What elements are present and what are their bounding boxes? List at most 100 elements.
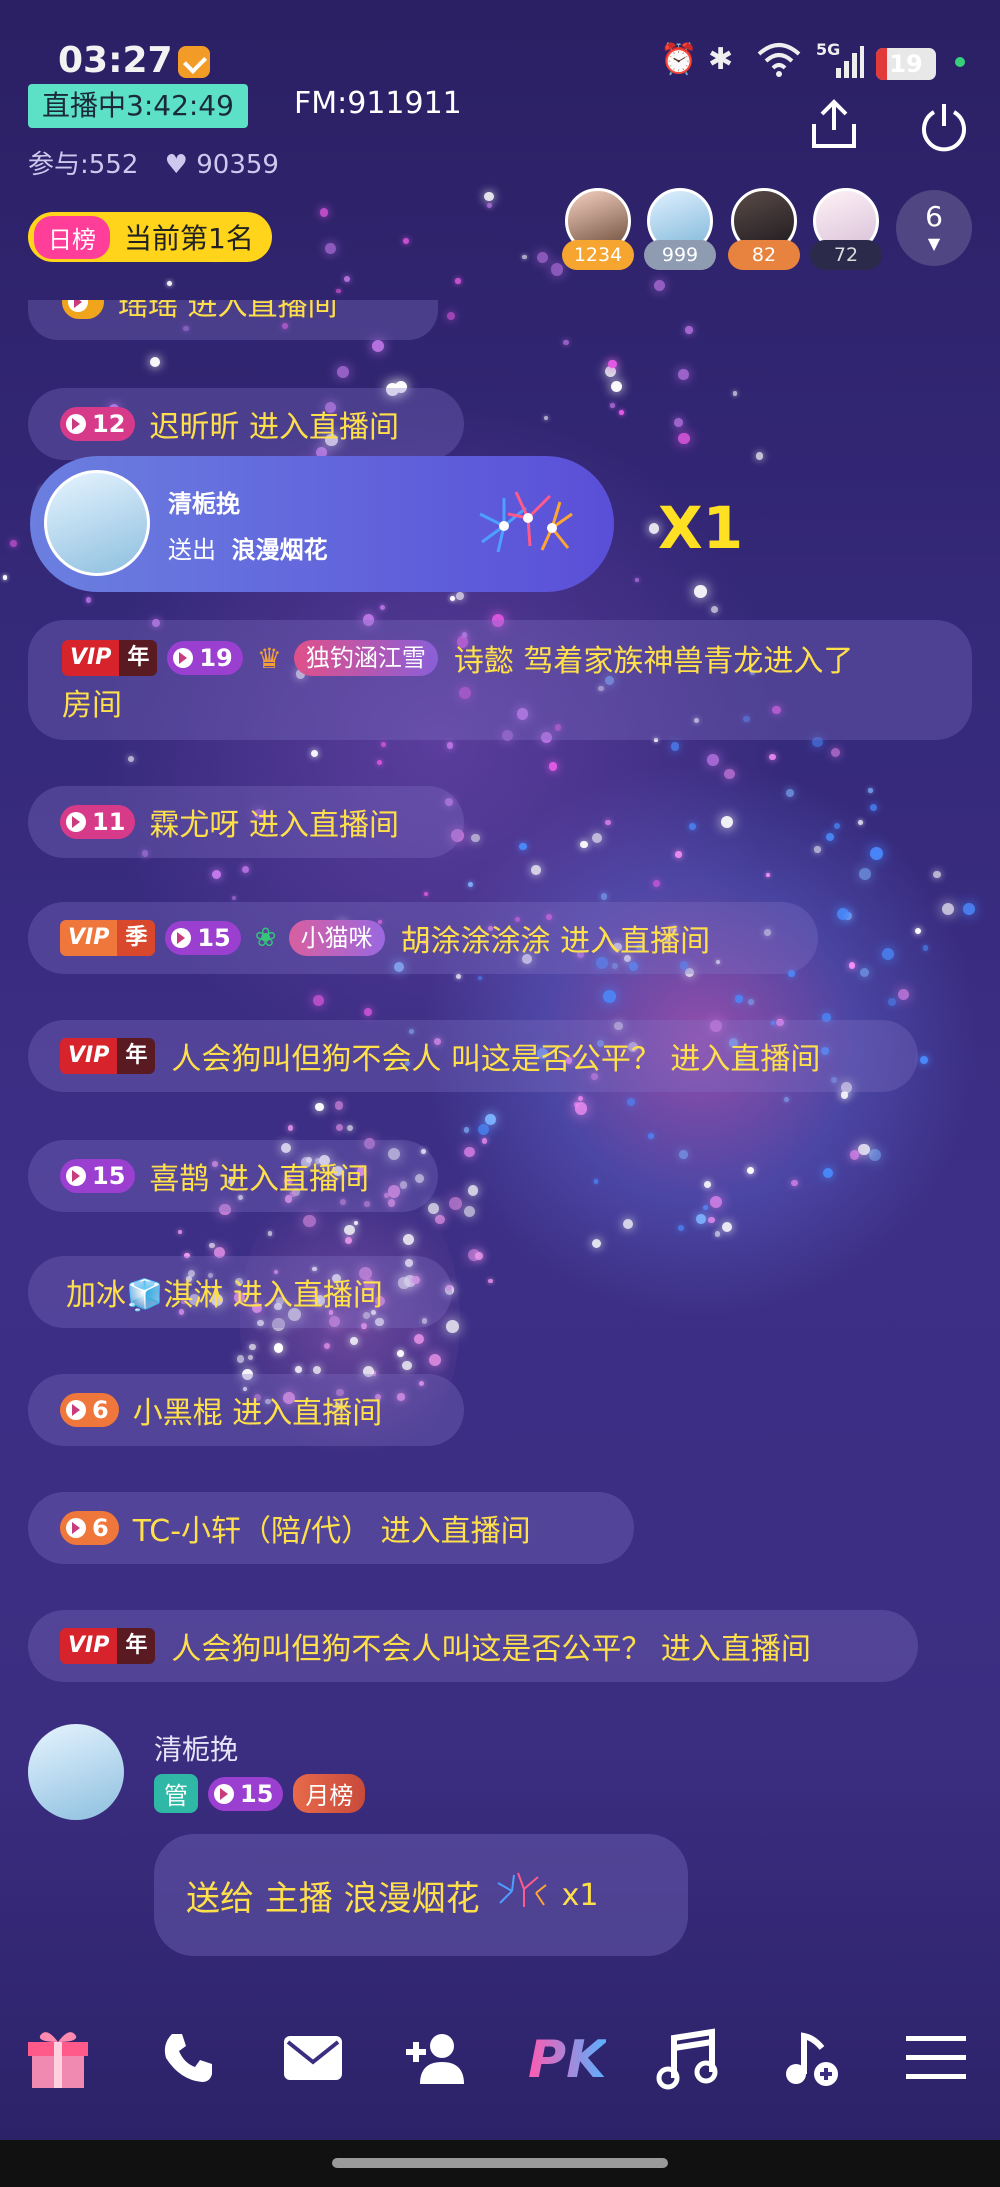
firework-gift-icon xyxy=(494,1871,548,1920)
firework-spark xyxy=(312,995,324,1006)
home-indicator[interactable] xyxy=(332,2158,668,2168)
monthly-rank-badge: 月榜 xyxy=(293,1774,366,1813)
firework-spark xyxy=(484,191,495,202)
firework-spark xyxy=(678,432,690,445)
chat-message: 6 小黑棍 进入直播间 xyxy=(28,1374,464,1446)
firework-spark xyxy=(241,865,249,873)
firework-spark xyxy=(236,1355,245,1364)
viewer-count: 6 xyxy=(925,200,943,233)
signal-icon xyxy=(818,44,864,84)
firework-spark xyxy=(449,1196,463,1210)
message-button[interactable] xyxy=(282,2034,344,2086)
music-icon xyxy=(656,2028,718,2090)
add-music-button[interactable] xyxy=(782,2028,844,2094)
close-live-button[interactable] xyxy=(918,100,970,156)
participants-count: 参与:552 xyxy=(28,150,139,180)
firework-spark xyxy=(481,1138,488,1144)
call-button[interactable] xyxy=(160,2030,216,2090)
family-icon: ♛ xyxy=(256,641,282,675)
firework-spark xyxy=(334,1101,344,1110)
chevron-down-icon: ▼ xyxy=(927,234,941,253)
firework-spark xyxy=(786,788,795,797)
firework-spark xyxy=(608,359,617,369)
firework-spark xyxy=(463,1206,475,1218)
message-username[interactable]: 清栀挽 xyxy=(154,1728,238,1768)
chat-text: 小黑棍 进入直播间 xyxy=(132,1396,383,1431)
firework-spark xyxy=(456,592,464,600)
firework-spark xyxy=(446,311,456,321)
firework-spark xyxy=(605,819,611,826)
sender-avatar xyxy=(44,470,150,576)
viewer-avatar[interactable]: 82 xyxy=(728,188,800,270)
firework-spark xyxy=(455,278,461,284)
firework-spark xyxy=(580,840,588,849)
chat-message: 瑶瑶 进入直播间 xyxy=(28,300,438,340)
fm-room-id: FM:911911 xyxy=(294,86,462,121)
firework-spark xyxy=(623,1218,633,1229)
firework-spark xyxy=(413,1334,424,1345)
firework-spark xyxy=(685,326,693,334)
firework-spark xyxy=(914,928,921,935)
menu-button[interactable] xyxy=(906,2034,966,2086)
firework-spark xyxy=(488,1279,493,1284)
chat-message: 加冰🧊淇淋 进入直播间 xyxy=(28,1256,452,1328)
firework-spark xyxy=(446,1320,460,1334)
chat-text: 加冰🧊淇淋 进入直播间 xyxy=(66,1278,383,1313)
viewer-count-button[interactable]: 6 ▼ xyxy=(896,190,972,266)
firework-spark xyxy=(849,1150,860,1160)
sender-avatar[interactable] xyxy=(28,1724,124,1820)
rank-tag: 日榜 xyxy=(34,215,110,259)
firework-gift-icon xyxy=(468,484,578,564)
viewer-contribution: 82 xyxy=(728,240,800,270)
viewer-avatar[interactable]: 999 xyxy=(644,188,716,270)
firework-spark xyxy=(732,391,738,396)
chat-text: 人会狗叫但狗不会人 叫这是否公平？ 进入直播间 xyxy=(171,1042,821,1077)
menu-icon xyxy=(906,2036,966,2079)
vip-badge: VIP 年 xyxy=(60,1038,156,1074)
firework-spark xyxy=(619,410,624,415)
firework-spark xyxy=(335,1123,344,1132)
pk-button[interactable]: PK xyxy=(528,2030,606,2090)
firework-spark xyxy=(397,1350,404,1357)
system-nav-bar xyxy=(0,2140,1000,2187)
firework-spark xyxy=(315,1102,324,1112)
firework-spark xyxy=(478,1123,490,1135)
chat-text: 迟昕昕 进入直播间 xyxy=(149,410,399,445)
firework-spark xyxy=(825,832,835,842)
firework-spark xyxy=(428,1202,440,1214)
vip-badge: VIP 季 xyxy=(60,920,156,956)
chat-text: 胡涂涂涂涂 进入直播间 xyxy=(400,924,711,959)
firework-spark xyxy=(577,1095,584,1102)
alarm-icon: ⏰ xyxy=(660,42,698,77)
daily-rank-badge[interactable]: 日榜 当前第1名 xyxy=(28,212,272,262)
chat-text: 喜鹊 进入直播间 xyxy=(149,1162,369,1197)
firework-spark xyxy=(593,1178,599,1184)
add-user-button[interactable] xyxy=(404,2030,468,2090)
firework-spark xyxy=(709,1195,722,1208)
music-button[interactable] xyxy=(656,2028,718,2094)
gift-box-button[interactable] xyxy=(26,2026,96,2096)
viewer-avatar[interactable]: 1234 xyxy=(562,188,634,270)
firework-spark xyxy=(610,381,623,393)
firework-spark xyxy=(249,1343,256,1351)
firework-spark xyxy=(446,742,454,749)
firework-spark xyxy=(455,973,461,979)
firework-spark xyxy=(350,1336,358,1345)
firework-spark xyxy=(402,1233,414,1245)
firework-spark xyxy=(346,1124,354,1131)
firework-spark xyxy=(882,947,895,960)
share-button[interactable] xyxy=(808,98,860,154)
firework-spark xyxy=(887,998,896,1007)
level-badge: 15 xyxy=(60,1159,136,1193)
firework-spark xyxy=(274,1343,284,1353)
power-icon xyxy=(922,104,966,152)
viewer-avatar[interactable]: 72 xyxy=(810,188,882,270)
firework-spark xyxy=(707,754,719,766)
chat-text: 瑶瑶 进入直播间 xyxy=(118,300,338,323)
firework-spark xyxy=(735,995,743,1003)
chat-message: 6 TC-小轩（陪/代） 进入直播间 xyxy=(28,1492,634,1564)
firework-spark xyxy=(471,833,480,843)
chat-message: VIP 年 人会狗叫但狗不会人 叫这是否公平？ 进入直播间 xyxy=(28,1020,918,1092)
firework-spark xyxy=(402,1361,412,1371)
firework-spark xyxy=(379,604,386,611)
